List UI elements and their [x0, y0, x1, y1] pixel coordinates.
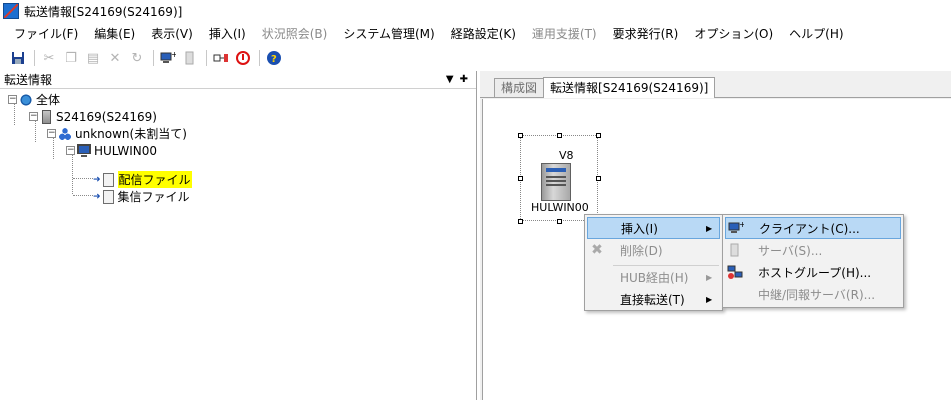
tree-item-distribute-file[interactable]: ➜ 配信ファイル — [93, 171, 192, 188]
context-menu: 挿入(I) ▶ ✖ 削除(D) HUB経由(H) ▶ 直接転送(T) ▶ — [584, 214, 723, 311]
server-icon — [727, 242, 743, 258]
pane-title: 転送情報 — [4, 73, 53, 87]
arrow-right-icon: ➜ — [93, 191, 101, 202]
tree-item-host[interactable]: − HULWIN00 — [66, 142, 157, 159]
pane-header: 転送情報 ▼ ✚ — [0, 71, 476, 89]
group-icon — [58, 126, 72, 141]
menu-file[interactable]: ファイル(F) — [6, 22, 86, 46]
menu-route[interactable]: 経路設定(K) — [443, 22, 524, 46]
arrow-right-icon: ➜ — [93, 174, 101, 185]
menu-item-insert[interactable]: 挿入(I) — [587, 217, 720, 239]
menu-status[interactable]: 状況照会(B) — [254, 22, 336, 46]
menu-item-relay-server[interactable]: 中継/同報サーバ(R)... — [725, 283, 901, 305]
save-icon[interactable] — [8, 48, 28, 68]
tab-transfer-info[interactable]: 転送情報[S24169(S24169)] — [543, 77, 716, 98]
submenu-arrow-icon: ▶ — [706, 224, 713, 233]
resize-handle[interactable] — [518, 133, 523, 138]
toolbar-separator — [153, 50, 154, 66]
delete-icon[interactable]: ✕ — [105, 48, 125, 68]
menu-item-hub-via[interactable]: HUB経由(H) — [587, 266, 720, 288]
toolbar-separator — [206, 50, 207, 66]
toolbar: ✂ ❐ ▤ ✕ ↻ + ? — [0, 46, 951, 70]
request-icon[interactable] — [233, 48, 253, 68]
toolbar-separator — [259, 50, 260, 66]
tree-item-root[interactable]: − 全体 — [8, 91, 60, 108]
tree-item-group[interactable]: − unknown(未割当て) — [47, 125, 187, 142]
resize-handle[interactable] — [518, 176, 523, 181]
dropdown-icon[interactable]: ▼ — [446, 74, 454, 85]
node-version: V8 — [559, 149, 574, 162]
host-group-icon — [727, 264, 743, 280]
collapse-icon[interactable]: − — [47, 129, 56, 138]
tree-label: unknown(未割当て) — [75, 127, 187, 141]
network-icon — [19, 92, 33, 107]
collapse-icon[interactable]: − — [29, 112, 38, 121]
menu-item-direct-transfer[interactable]: 直接転送(T) — [587, 288, 720, 310]
title-bar: 転送情報[S24169(S24169)] — [0, 0, 951, 22]
toolbar-separator — [34, 50, 35, 66]
tab-diagram[interactable]: 構成図 — [494, 78, 545, 97]
route-icon[interactable] — [211, 48, 231, 68]
tree-item-server[interactable]: − S24169(S24169) — [29, 108, 157, 125]
client-pc-icon — [77, 143, 91, 158]
help-icon[interactable]: ? — [264, 48, 284, 68]
server-icon — [42, 109, 51, 124]
server-tower-icon[interactable] — [541, 163, 571, 201]
tree-label: 集信ファイル — [117, 190, 190, 204]
refresh-icon[interactable]: ↻ — [127, 48, 147, 68]
menu-item-host-group[interactable]: ホストグループ(H)... — [725, 261, 901, 283]
menu-edit[interactable]: 編集(E) — [86, 22, 143, 46]
submenu-arrow-icon: ▶ — [706, 295, 713, 304]
menu-help[interactable]: ヘルプ(H) — [781, 22, 851, 46]
svg-text:+: + — [171, 51, 176, 59]
pin-icon[interactable]: ✚ — [460, 74, 468, 85]
node-name: HULWIN00 — [531, 201, 589, 214]
insert-submenu: + クライアント(C)... サーバ(S)... ホストグループ(H)... 中… — [722, 214, 904, 308]
collapse-icon[interactable]: − — [8, 95, 17, 104]
cut-icon[interactable]: ✂ — [39, 48, 59, 68]
delete-icon: ✖ — [591, 242, 603, 258]
svg-text:?: ? — [271, 54, 277, 65]
tab-strip: 構成図 転送情報[S24169(S24169)] — [480, 77, 951, 98]
menu-bar: ファイル(F) 編集(E) 表示(V) 挿入(I) 状況照会(B) システム管理… — [0, 22, 951, 46]
tree-view: − 全体 − S24169(S24169) − unknown(未割当て) − … — [0, 89, 476, 204]
menu-system[interactable]: システム管理(M) — [335, 22, 442, 46]
file-icon — [102, 189, 114, 204]
copy-icon[interactable]: ❐ — [61, 48, 81, 68]
tree-label: S24169(S24169) — [56, 109, 157, 124]
app-icon — [3, 3, 19, 19]
add-client-icon[interactable]: + — [158, 48, 178, 68]
menu-view[interactable]: 表示(V) — [143, 22, 201, 46]
client-pc-icon: + — [728, 220, 744, 236]
tree-label: 全体 — [36, 93, 61, 107]
menu-item-delete[interactable]: ✖ 削除(D) — [587, 239, 720, 261]
menu-insert[interactable]: 挿入(I) — [201, 22, 254, 46]
resize-handle[interactable] — [557, 219, 562, 224]
svg-text:+: + — [739, 221, 744, 229]
resize-handle[interactable] — [596, 176, 601, 181]
menu-options[interactable]: オプション(O) — [686, 22, 781, 46]
tree-label: HULWIN00 — [94, 143, 158, 158]
tree-pane: 転送情報 ▼ ✚ − 全体 − S24169(S24169) − unknown… — [0, 71, 477, 400]
add-server-icon[interactable] — [180, 48, 200, 68]
submenu-arrow-icon: ▶ — [706, 273, 713, 282]
collapse-icon[interactable]: − — [66, 146, 75, 155]
resize-handle[interactable] — [596, 133, 601, 138]
window-title: 転送情報[S24169(S24169)] — [24, 4, 183, 19]
paste-icon[interactable]: ▤ — [83, 48, 103, 68]
tree-item-collect-file[interactable]: ➜ 集信ファイル — [93, 188, 190, 205]
menu-request[interactable]: 要求発行(R) — [605, 22, 687, 46]
tree-label: 配信ファイル — [117, 171, 192, 188]
menu-operation[interactable]: 運用支援(T) — [524, 22, 605, 46]
menu-item-server[interactable]: サーバ(S)... — [725, 239, 901, 261]
resize-handle[interactable] — [518, 219, 523, 224]
file-icon — [102, 172, 114, 187]
menu-item-client[interactable]: + クライアント(C)... — [725, 217, 901, 239]
resize-handle[interactable] — [557, 133, 562, 138]
